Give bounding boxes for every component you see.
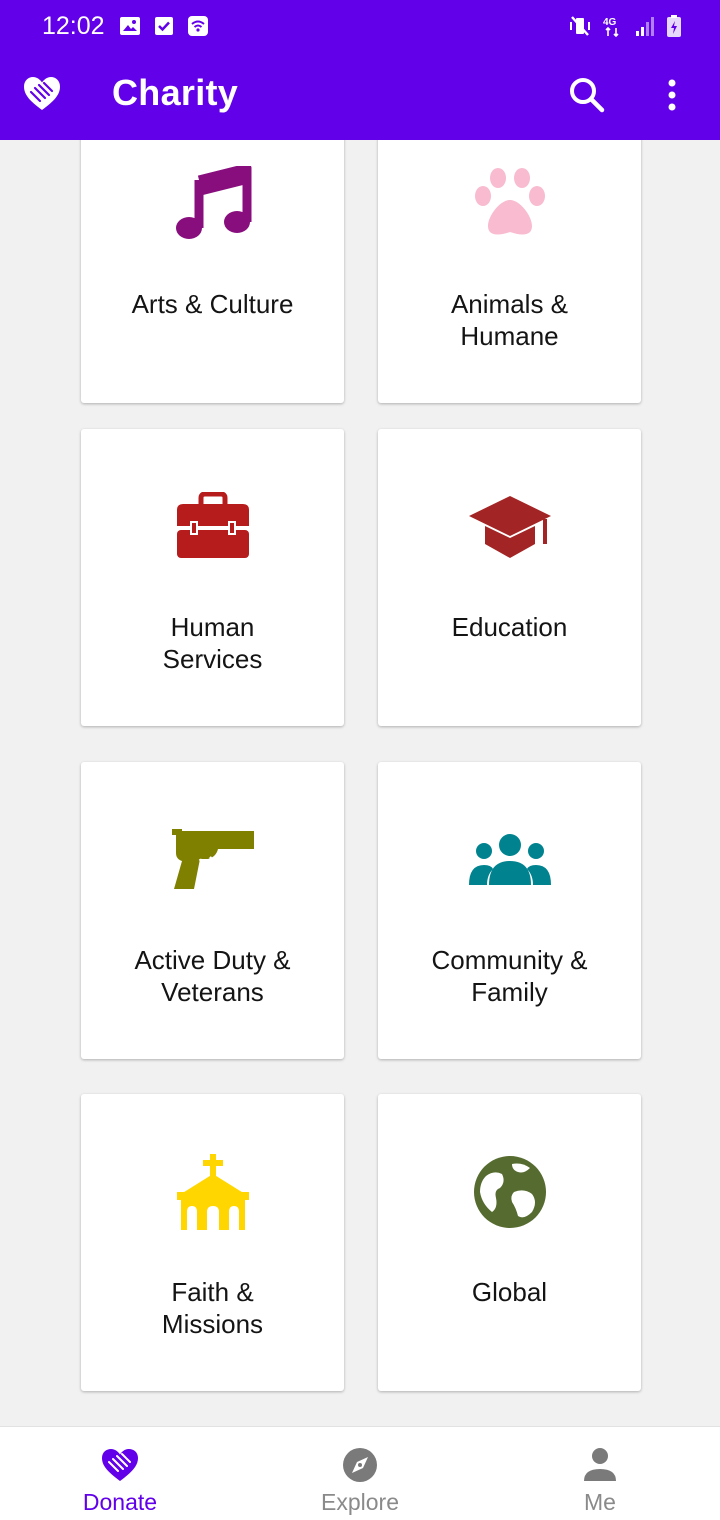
signal-icon [636, 17, 654, 36]
vibrate-mute-icon [570, 16, 590, 36]
category-label: Active Duty & Veterans [134, 945, 291, 1007]
category-grid: Arts & Culture Animals & Humane Human Se [0, 140, 720, 1426]
graduation-cap-icon [465, 487, 555, 567]
nav-explore[interactable]: Explore [240, 1427, 480, 1520]
search-icon [570, 78, 605, 113]
nav-explore-label: Explore [321, 1489, 399, 1515]
category-label: Community & Family [431, 945, 588, 1007]
status-notifications [118, 14, 210, 38]
status-time: 12:02 [42, 12, 105, 40]
more-options-button[interactable] [652, 74, 692, 116]
app-bar: Charity [0, 56, 720, 140]
category-card-arts-culture[interactable]: Arts & Culture [81, 140, 344, 403]
category-card-animals-humane[interactable]: Animals & Humane [378, 140, 641, 403]
wifi-box-icon [188, 16, 208, 36]
toolbox-icon [168, 487, 258, 567]
category-card-community-family[interactable]: Community & Family [378, 762, 641, 1059]
search-button[interactable] [566, 74, 608, 116]
nav-donate-label: Donate [82, 1489, 158, 1515]
person-icon [584, 1448, 616, 1481]
category-label: Global [471, 1277, 548, 1307]
people-group-icon [465, 820, 555, 900]
category-card-active-duty-veterans[interactable]: Active Duty & Veterans [81, 762, 344, 1059]
status-bar: 12:02 4G [0, 0, 720, 56]
bottom-navigation: Donate Explore Me [0, 1426, 720, 1520]
church-icon [168, 1152, 258, 1232]
category-card-human-services[interactable]: Human Services [81, 429, 344, 726]
pistol-icon [168, 820, 258, 900]
category-label: Arts & Culture [131, 289, 294, 319]
globe-icon [465, 1152, 555, 1232]
4g-icon: 4G [603, 17, 619, 38]
category-card-faith-missions[interactable]: Faith & Missions [81, 1094, 344, 1391]
battery-charging-icon [667, 15, 681, 37]
category-label: Faith & Missions [161, 1277, 264, 1339]
nav-me-label: Me [584, 1489, 616, 1515]
heart-hands-logo-icon [24, 77, 60, 110]
category-card-education[interactable]: Education [378, 429, 641, 726]
app-title: Charity [112, 72, 239, 113]
music-note-icon [168, 164, 258, 244]
category-card-global[interactable]: Global [378, 1094, 641, 1391]
heart-hands-icon [102, 1449, 138, 1481]
image-icon [120, 17, 140, 35]
svg-text:4G: 4G [603, 17, 617, 28]
more-vert-icon [668, 79, 676, 111]
paw-icon [465, 164, 555, 244]
category-label: Animals & Humane [450, 289, 569, 351]
nav-me[interactable]: Me [480, 1427, 720, 1520]
compass-icon [343, 1448, 377, 1482]
nav-donate[interactable]: Donate [0, 1427, 240, 1520]
checkbox-icon [155, 17, 173, 35]
category-label: Education [451, 612, 568, 642]
status-system-icons: 4G [568, 14, 682, 38]
category-label: Human Services [162, 612, 263, 674]
